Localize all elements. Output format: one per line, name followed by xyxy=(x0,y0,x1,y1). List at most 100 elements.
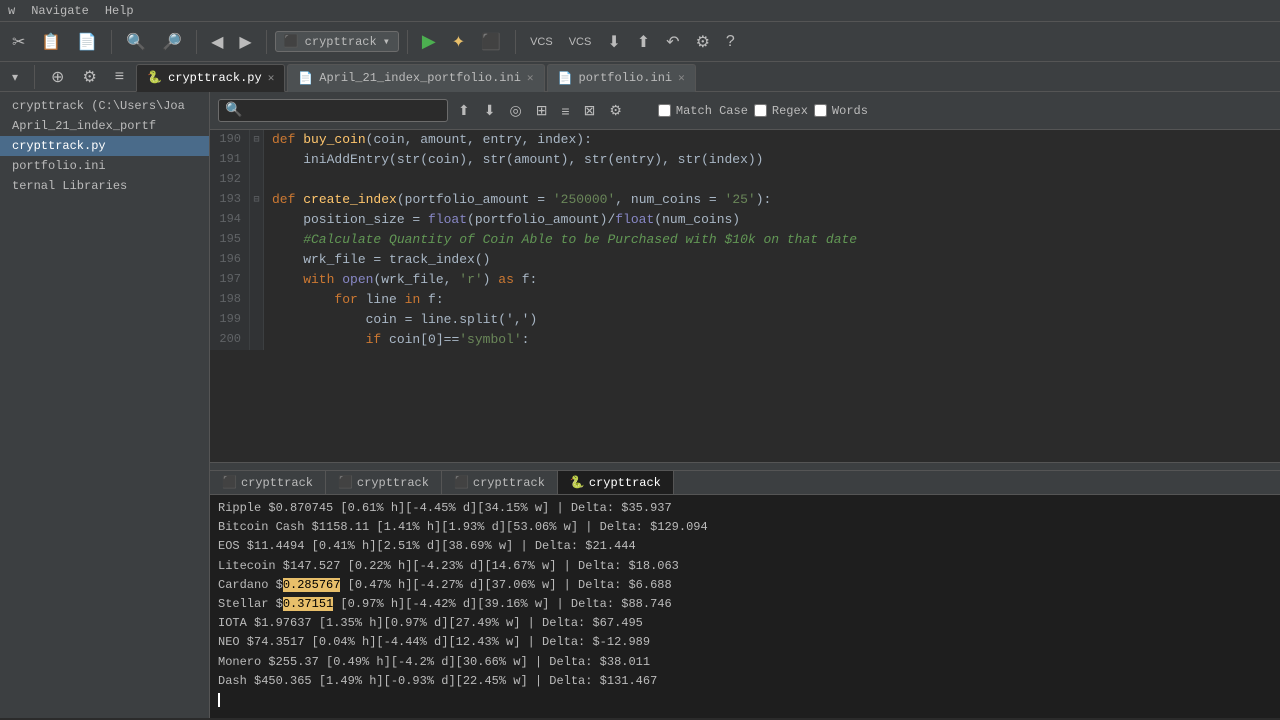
find-settings-button[interactable]: ⚙ xyxy=(605,100,626,121)
menu-bar: w Navigate Help xyxy=(0,0,1280,22)
search-input-wrapper[interactable]: 🔍 xyxy=(218,99,448,122)
tab-close-portfolio-ini[interactable]: ✕ xyxy=(678,71,685,85)
bottom-tab-2[interactable]: ⬛ crypttrack xyxy=(442,471,558,494)
regex-option[interactable]: Regex xyxy=(754,104,808,118)
match-case-label: Match Case xyxy=(676,104,748,118)
find-next-button[interactable]: ⬆ xyxy=(454,100,474,121)
project-selector[interactable]: ⬛ crypttrack ▾ xyxy=(275,31,399,52)
find-infile-button[interactable]: ⊞ xyxy=(532,100,552,121)
vcs-rollback-button[interactable]: ↶ xyxy=(660,28,685,56)
fold-icon xyxy=(250,170,264,190)
table-row: 198 for line in f: xyxy=(210,290,1280,310)
search-input[interactable] xyxy=(246,103,436,118)
divider-5 xyxy=(515,30,516,54)
list-item: IOTA $1.97637 [1.35% h][0.97% d][27.49% … xyxy=(218,614,1272,633)
tab-close-crypttrack-py[interactable]: ✕ xyxy=(268,71,275,85)
code-content xyxy=(264,170,1280,190)
menu-w[interactable]: w xyxy=(8,4,15,18)
back-button[interactable]: ◀ xyxy=(205,28,229,56)
file-dropdown-button[interactable]: ▾ xyxy=(6,66,24,88)
sidebar-item-external-libraries[interactable]: ternal Libraries xyxy=(0,176,209,196)
code-content: #Calculate Quantity of Coin Able to be P… xyxy=(264,230,1280,250)
tab-crypttrack-py[interactable]: 🐍 crypttrack.py ✕ xyxy=(136,64,285,92)
list-item: NEO $74.3517 [0.04% h][-4.44% d][12.43% … xyxy=(218,633,1272,652)
tabs-bar: 🐍 crypttrack.py ✕ 📄 April_21_index_portf… xyxy=(136,62,1274,92)
file-settings-button[interactable]: ⚙ xyxy=(76,63,102,91)
fold-icon xyxy=(250,290,264,310)
output-content: Ripple $0.870745 [0.61% h][-4.45% d][34.… xyxy=(210,495,1280,718)
debug-button[interactable]: ✦ xyxy=(446,28,471,56)
table-row: 195 #Calculate Quantity of Coin Able to … xyxy=(210,230,1280,250)
project-name: crypttrack xyxy=(305,35,377,49)
editor-area: 🔍 ⬆ ⬇ ◎ ⊞ ≡ ⊠ ⚙ Match Case Regex Words xyxy=(210,92,1280,718)
vcs-up-button[interactable]: ⬆ xyxy=(631,28,656,56)
menu-navigate[interactable]: Navigate xyxy=(31,4,89,18)
line-number: 197 xyxy=(210,270,250,290)
table-row: 190⊟def buy_coin(coin, amount, entry, in… xyxy=(210,130,1280,150)
tab-py-icon: 🐍 xyxy=(147,70,162,85)
new-file-button[interactable]: ⊕ xyxy=(45,63,70,91)
match-case-checkbox[interactable] xyxy=(658,104,671,117)
help-button[interactable]: ? xyxy=(720,29,741,55)
menu-help[interactable]: Help xyxy=(105,4,134,18)
find-filter-button[interactable]: ⊠ xyxy=(580,100,600,121)
line-number: 193 xyxy=(210,190,250,210)
sidebar: crypttrack (C:\Users\Joa April_21_index_… xyxy=(0,92,210,718)
tab-close-april-ini[interactable]: ✕ xyxy=(527,71,534,85)
regex-checkbox[interactable] xyxy=(754,104,767,117)
words-checkbox[interactable] xyxy=(814,104,827,117)
tab-ini-icon-2: 📄 xyxy=(558,71,573,86)
sidebar-item-april[interactable]: April_21_index_portf xyxy=(0,116,209,136)
bottom-tab-3[interactable]: 🐍crypttrack xyxy=(558,471,674,494)
copy-button[interactable]: 📋 xyxy=(35,28,67,56)
bottom-tab-icon-2: ⬛ xyxy=(454,475,469,490)
fold-icon[interactable]: ⊟ xyxy=(250,130,264,150)
bottom-tab-1[interactable]: ⬛ crypttrack xyxy=(326,471,442,494)
vcs-down-button[interactable]: ⬇ xyxy=(601,28,626,56)
bottom-tab-icon-1: ⬛ xyxy=(338,475,353,490)
bottom-tab-label-1: crypttrack xyxy=(357,476,429,490)
divider-ft xyxy=(34,65,35,89)
fold-icon xyxy=(250,210,264,230)
vcs-commit-button[interactable]: VCS xyxy=(563,32,598,52)
find-usages-button[interactable]: 🔎 xyxy=(156,28,188,56)
tab-portfolio-ini[interactable]: 📄 portfolio.ini ✕ xyxy=(547,64,696,92)
file-menu-button[interactable]: ≡ xyxy=(109,64,130,90)
coverage-button[interactable]: ⬛ xyxy=(475,28,507,56)
sidebar-item-crypttrack-root[interactable]: crypttrack (C:\Users\Joa xyxy=(0,96,209,116)
bottom-tab-0[interactable]: ⬛crypttrack xyxy=(210,471,326,494)
words-option[interactable]: Words xyxy=(814,104,868,118)
list-item: Bitcoin Cash $1158.11 [1.41% h][1.93% d]… xyxy=(218,518,1272,537)
find-prev-button[interactable]: ⬇ xyxy=(480,100,500,121)
cut-button[interactable]: ✂ xyxy=(6,28,31,56)
find-scope-button[interactable]: ≡ xyxy=(557,101,573,121)
vcs-update-button[interactable]: VCS xyxy=(524,32,559,52)
fold-icon xyxy=(250,330,264,350)
match-case-option[interactable]: Match Case xyxy=(658,104,748,118)
sidebar-item-crypttrack-py[interactable]: crypttrack.py xyxy=(0,136,209,156)
list-item: Monero $255.37 [0.49% h][-4.2% d][30.66%… xyxy=(218,653,1272,672)
table-row: 193⊟def create_index(portfolio_amount = … xyxy=(210,190,1280,210)
run-button[interactable]: ▶ xyxy=(416,27,442,56)
project-icon: ⬛ xyxy=(284,34,299,49)
settings-button[interactable]: ⚙ xyxy=(690,28,716,56)
table-row: 191 iniAddEntry(str(coin), str(amount), … xyxy=(210,150,1280,170)
paste-button[interactable]: 📄 xyxy=(71,28,103,56)
tab-ini-icon-1: 📄 xyxy=(298,71,313,86)
find-highlight-button[interactable]: ◎ xyxy=(505,100,525,121)
list-item: Cardano $0.285767 [0.47% h][-4.27% d][37… xyxy=(218,576,1272,595)
tab-april-ini[interactable]: 📄 April_21_index_portfolio.ini ✕ xyxy=(287,64,544,92)
code-content: wrk_file = track_index() xyxy=(264,250,1280,270)
code-editor[interactable]: 190⊟def buy_coin(coin, amount, entry, in… xyxy=(210,130,1280,462)
search-bar: 🔍 ⬆ ⬇ ◎ ⊞ ≡ ⊠ ⚙ Match Case Regex Words xyxy=(210,92,1280,130)
bottom-tab-label-0: crypttrack xyxy=(241,476,313,490)
sidebar-item-portfolio-ini[interactable]: portfolio.ini xyxy=(0,156,209,176)
regex-label: Regex xyxy=(772,104,808,118)
bottom-tab-label-2: crypttrack xyxy=(473,476,545,490)
find-button[interactable]: 🔍 xyxy=(120,28,152,56)
tab-label-april-ini: April_21_index_portfolio.ini xyxy=(319,71,521,85)
text-cursor xyxy=(218,693,220,707)
horizontal-scrollbar[interactable] xyxy=(210,462,1280,470)
forward-button[interactable]: ▶ xyxy=(233,28,257,56)
fold-icon[interactable]: ⊟ xyxy=(250,190,264,210)
